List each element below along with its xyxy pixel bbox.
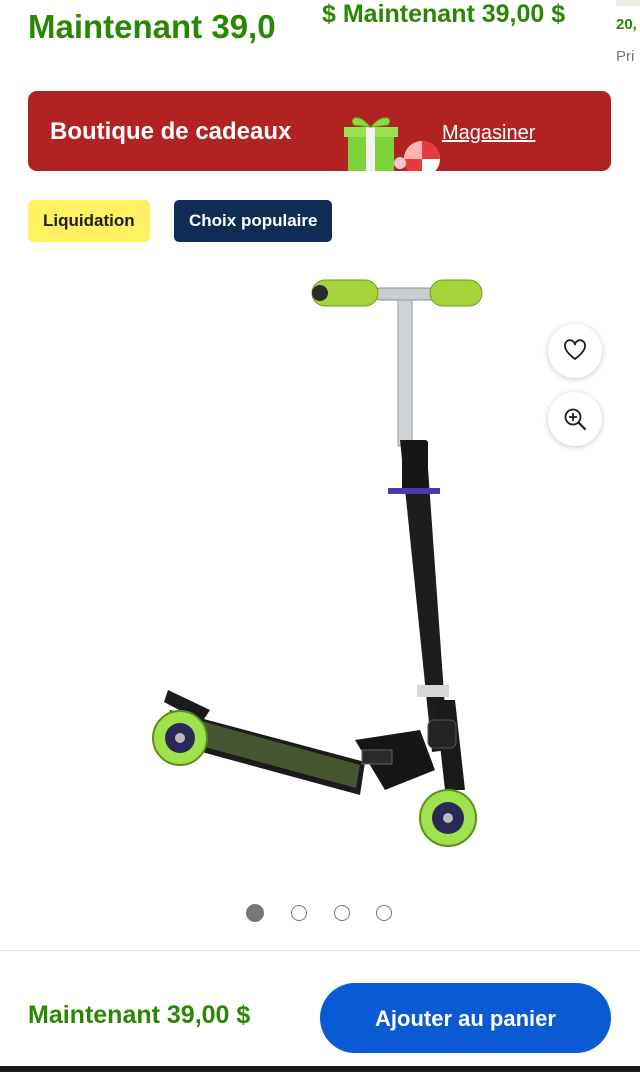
favorite-button[interactable] — [548, 324, 602, 378]
banner-title: Boutique de cadeaux — [50, 118, 292, 145]
adjacent-price-fragment: 20, — [616, 16, 637, 33]
carousel-dot-4[interactable] — [376, 905, 392, 921]
footer-price: Maintenant 39,00 $ — [28, 1001, 251, 1029]
heart-icon — [564, 339, 586, 360]
gift-icon — [344, 117, 440, 171]
popular-pick-badge: Choix populaire — [174, 200, 333, 242]
carousel-dot-1[interactable] — [246, 904, 264, 922]
carousel-dot-2[interactable] — [291, 905, 307, 921]
adjacent-label-fragment: Pri — [616, 48, 635, 65]
carousel-indicator — [246, 904, 396, 925]
gift-shop-banner[interactable]: Boutique de cadeaux Magasiner — [28, 91, 611, 171]
screen-bottom-edge — [0, 1066, 640, 1072]
adjacent-card-edge — [616, 0, 640, 6]
sticky-purchase-bar: Maintenant 39,00 $ Ajouter au panier — [0, 950, 640, 1073]
clearance-badge: Liquidation — [28, 200, 150, 242]
current-price: Maintenant 39,0 — [28, 8, 276, 45]
zoom-button[interactable] — [548, 392, 602, 446]
shop-link[interactable]: Magasiner — [442, 122, 535, 145]
carousel-dot-3[interactable] — [334, 905, 350, 921]
sticky-price-overlap: $ Maintenant 39,00 $ — [322, 0, 570, 29]
product-image[interactable] — [150, 270, 490, 870]
zoom-in-icon — [564, 408, 587, 431]
add-to-cart-button[interactable]: Ajouter au panier — [320, 983, 611, 1053]
